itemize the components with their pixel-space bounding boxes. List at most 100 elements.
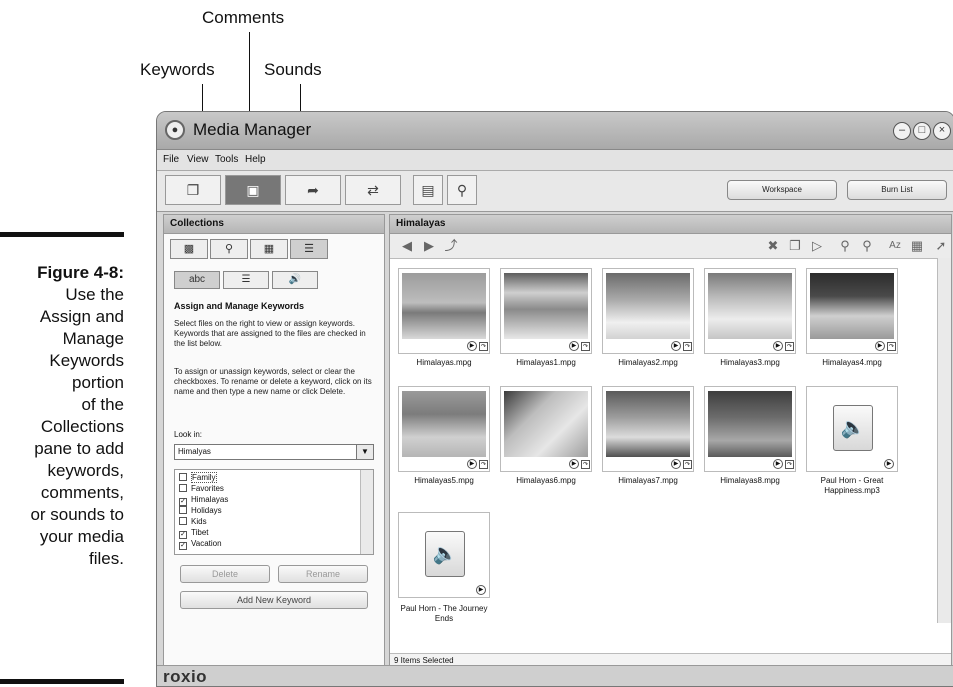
export-icon[interactable]: ➦ (285, 175, 341, 205)
sounds-tab-icon[interactable]: 🔊 (272, 271, 318, 289)
look-in-value: Himalyas (178, 447, 211, 456)
media-scrollbar[interactable] (937, 258, 951, 623)
rotate-icon[interactable]: ↷ (887, 342, 896, 351)
slideshow-icon[interactable]: ▷ (808, 238, 826, 254)
media-tile[interactable]: ▶ ↷ (704, 386, 796, 472)
keywords-panel-icon[interactable]: ☰ (290, 239, 328, 259)
keywords-callout: Keywords (140, 60, 215, 79)
keyword-item[interactable]: ✓ Himalayas (179, 495, 228, 506)
find-icon[interactable]: ⚲ (210, 239, 248, 259)
media-tile[interactable]: ▶ ↷ (398, 268, 490, 354)
keyword-item[interactable]: Kids (179, 517, 207, 527)
chevron-down-icon[interactable]: ▼ (356, 444, 374, 460)
keyword-label: Kids (191, 517, 207, 526)
media-tile[interactable]: ▶ ↷ (704, 268, 796, 354)
comments-tab-icon[interactable]: ☰ (223, 271, 269, 289)
play-icon[interactable]: ▶ (569, 459, 579, 469)
rename-button[interactable]: Rename (278, 565, 368, 583)
media-tile[interactable]: ▶ ↷ (806, 268, 898, 354)
keyword-checkbox[interactable] (179, 484, 187, 492)
keyword-checkbox[interactable]: ✓ (179, 498, 187, 506)
properties-icon[interactable]: ▤ (413, 175, 443, 205)
maximize-icon[interactable]: □ (913, 122, 931, 140)
play-icon[interactable]: ▶ (671, 459, 681, 469)
copy-icon[interactable]: ❐ (786, 238, 804, 254)
forward-icon[interactable]: ▶ (420, 238, 438, 254)
keyword-checkbox[interactable] (179, 517, 187, 525)
thumbnail-image (402, 391, 486, 457)
play-icon[interactable]: ▶ (569, 341, 579, 351)
media-tile[interactable]: ▶ ↷ (500, 268, 592, 354)
rotate-icon[interactable]: ↷ (479, 460, 488, 469)
play-icon[interactable]: ▶ (467, 459, 477, 469)
minimize-icon[interactable]: – (893, 122, 911, 140)
keyword-item[interactable]: ✓ Vacation (179, 539, 222, 550)
back-icon[interactable]: ◀ (398, 238, 416, 254)
filmstrip-icon[interactable]: ▩ (170, 239, 208, 259)
keyword-item[interactable]: ✓ Tibet (179, 528, 209, 539)
keyword-checkbox[interactable]: ✓ (179, 542, 187, 550)
burn-list-button[interactable]: Burn List (847, 180, 947, 200)
search-icon[interactable]: ⚲ (447, 175, 477, 205)
thumbnail-image (708, 391, 792, 457)
rotate-icon[interactable]: ↷ (683, 460, 692, 469)
media-view-icon[interactable]: ▣ (225, 175, 281, 205)
roxio-logo: roxio (163, 667, 208, 686)
keyword-checkbox[interactable] (179, 473, 187, 481)
up-folder-icon[interactable]: ⤴ (442, 238, 460, 254)
rotate-icon[interactable]: ↷ (785, 460, 794, 469)
keyword-item[interactable]: Holidays (179, 506, 222, 516)
workspace-button[interactable]: Workspace (727, 180, 837, 200)
menu-bar: File View Tools Help (157, 150, 953, 171)
menu-tools[interactable]: Tools (215, 154, 238, 165)
rotate-icon[interactable]: ↷ (683, 342, 692, 351)
media-tile[interactable]: ▶ ↷ (602, 268, 694, 354)
rotate-icon[interactable]: ↷ (581, 342, 590, 351)
play-icon[interactable]: ▶ (467, 341, 477, 351)
close-icon[interactable]: × (933, 122, 951, 140)
properties-icon[interactable]: ➚ (932, 238, 950, 254)
menu-help[interactable]: Help (245, 154, 266, 165)
transfer-icon[interactable]: ⇄ (345, 175, 401, 205)
menu-file[interactable]: File (163, 154, 179, 165)
caption-line: of the (81, 395, 124, 414)
play-icon[interactable]: ▶ (671, 341, 681, 351)
thumbnail-image (504, 273, 588, 339)
rotate-icon[interactable]: ↷ (581, 460, 590, 469)
rotate-icon[interactable]: ↷ (785, 342, 794, 351)
details-icon[interactable]: ▦ (908, 238, 926, 254)
play-icon[interactable]: ▶ (773, 459, 783, 469)
collections-view-icon[interactable]: ❐ (165, 175, 221, 205)
zoom-out-icon[interactable]: ⚲ (858, 238, 876, 254)
caption-line: pane to add (34, 439, 124, 458)
play-icon[interactable]: ▶ (875, 341, 885, 351)
calendar-icon[interactable]: ▦ (250, 239, 288, 259)
media-tile[interactable]: ▶ ↷ (602, 386, 694, 472)
delete-button[interactable]: Delete (180, 565, 270, 583)
zoom-in-icon[interactable]: ⚲ (836, 238, 854, 254)
file-name: Himalayas5.mpg (414, 476, 474, 485)
delete-icon[interactable]: ✖ (764, 238, 782, 254)
media-tile[interactable]: ▶ ↷ (398, 386, 490, 472)
keyword-item[interactable]: Favorites (179, 484, 224, 494)
thumbnail-image (606, 391, 690, 457)
keywords-tab-icon[interactable]: abc (174, 271, 220, 289)
media-tile[interactable]: 🔈 ▶ (806, 386, 898, 472)
play-icon[interactable]: ▶ (884, 459, 894, 469)
media-tile[interactable]: 🔈 ▶ (398, 512, 490, 598)
media-tile[interactable]: ▶ ↷ (500, 386, 592, 472)
play-icon[interactable]: ▶ (773, 341, 783, 351)
add-new-keyword-button[interactable]: Add New Keyword (180, 591, 368, 609)
caption-bottom-rule (0, 679, 124, 684)
keyword-scrollbar[interactable] (360, 470, 373, 554)
keyword-item[interactable]: Family (179, 472, 217, 483)
keyword-checkbox[interactable]: ✓ (179, 531, 187, 539)
look-in-select[interactable]: Himalyas ▼ (174, 444, 374, 460)
menu-view[interactable]: View (187, 154, 209, 165)
play-icon[interactable]: ▶ (476, 585, 486, 595)
caption-line: Use the (65, 285, 124, 304)
keyword-label: Family (191, 472, 217, 483)
rotate-icon[interactable]: ↷ (479, 342, 488, 351)
keyword-checkbox[interactable] (179, 506, 187, 514)
sort-icon[interactable]: Az (886, 238, 904, 254)
